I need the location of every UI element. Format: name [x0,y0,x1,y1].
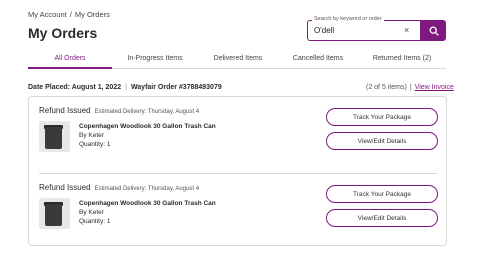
track-package-button[interactable]: Track Your Package [326,108,438,126]
view-invoice-link[interactable]: View Invoice [415,84,454,91]
order-header: Date Placed: August 1, 2022 | Wayfair Or… [28,84,222,91]
breadcrumb: My Account / My Orders [28,10,110,19]
product-quantity: Quantity: 1 [79,141,111,148]
tab-in-progress-items[interactable]: In-Progress Items [112,52,198,68]
search-input[interactable] [314,26,400,35]
tab-cancelled-items[interactable]: Cancelled Items [278,52,358,68]
order-card: Refund Issued Estimated Delivery: Thursd… [28,96,447,246]
product-info: Copenhagen Woodlook 30 Gallon Trash Can … [79,122,216,149]
view-edit-details-button[interactable]: View/Edit Details [326,132,438,150]
item-count: (2 of 5 items) [366,84,407,91]
order-number: Wayfair Order #3788493079 [130,84,222,91]
trash-can-body [45,127,62,149]
trash-can-body [45,204,62,226]
product-quantity: Quantity: 1 [79,218,111,225]
count-divider: | [409,84,412,91]
breadcrumb-my-account[interactable]: My Account [28,10,67,19]
shipment-status: Refund Issued [39,106,91,115]
product-image[interactable] [39,198,70,229]
estimated-delivery: Estimated Delivery: Thursday, August 4 [94,109,200,115]
order-tabs: All Orders In-Progress Items Delivered I… [28,52,446,69]
breadcrumb-separator: / [69,10,72,19]
tab-all-orders[interactable]: All Orders [28,52,112,69]
product-brand: By Keter [79,132,104,139]
shipment-divider [39,173,437,174]
order-date: Date Placed: August 1, 2022 [28,84,122,91]
track-package-button[interactable]: Track Your Package [326,185,438,203]
tab-returned-items[interactable]: Returned Items (2) [358,52,446,68]
search-button[interactable] [421,20,446,41]
order-header-divider: | [125,84,127,91]
clear-search-icon[interactable]: × [404,25,409,35]
product-name[interactable]: Copenhagen Woodlook 30 Gallon Trash Can [79,122,216,131]
search-legend: Search by keyword or order [312,16,384,22]
tab-delivered-items[interactable]: Delivered Items [198,52,278,68]
product-name[interactable]: Copenhagen Woodlook 30 Gallon Trash Can [79,199,216,208]
breadcrumb-my-orders[interactable]: My Orders [75,10,110,19]
page-title: My Orders [28,25,98,41]
shipment-1: Refund Issued Estimated Delivery: Thursd… [39,106,439,152]
search-icon [429,26,439,36]
view-edit-details-button[interactable]: View/Edit Details [326,209,438,227]
product-brand: By Keter [79,209,104,216]
estimated-delivery: Estimated Delivery: Thursday, August 4 [94,186,200,192]
product-image[interactable] [39,121,70,152]
order-item-count: (2 of 5 items) | View Invoice [366,84,454,91]
shipment-status: Refund Issued [39,183,91,192]
shipment-2: Refund Issued Estimated Delivery: Thursd… [39,183,439,229]
product-info: Copenhagen Woodlook 30 Gallon Trash Can … [79,199,216,226]
